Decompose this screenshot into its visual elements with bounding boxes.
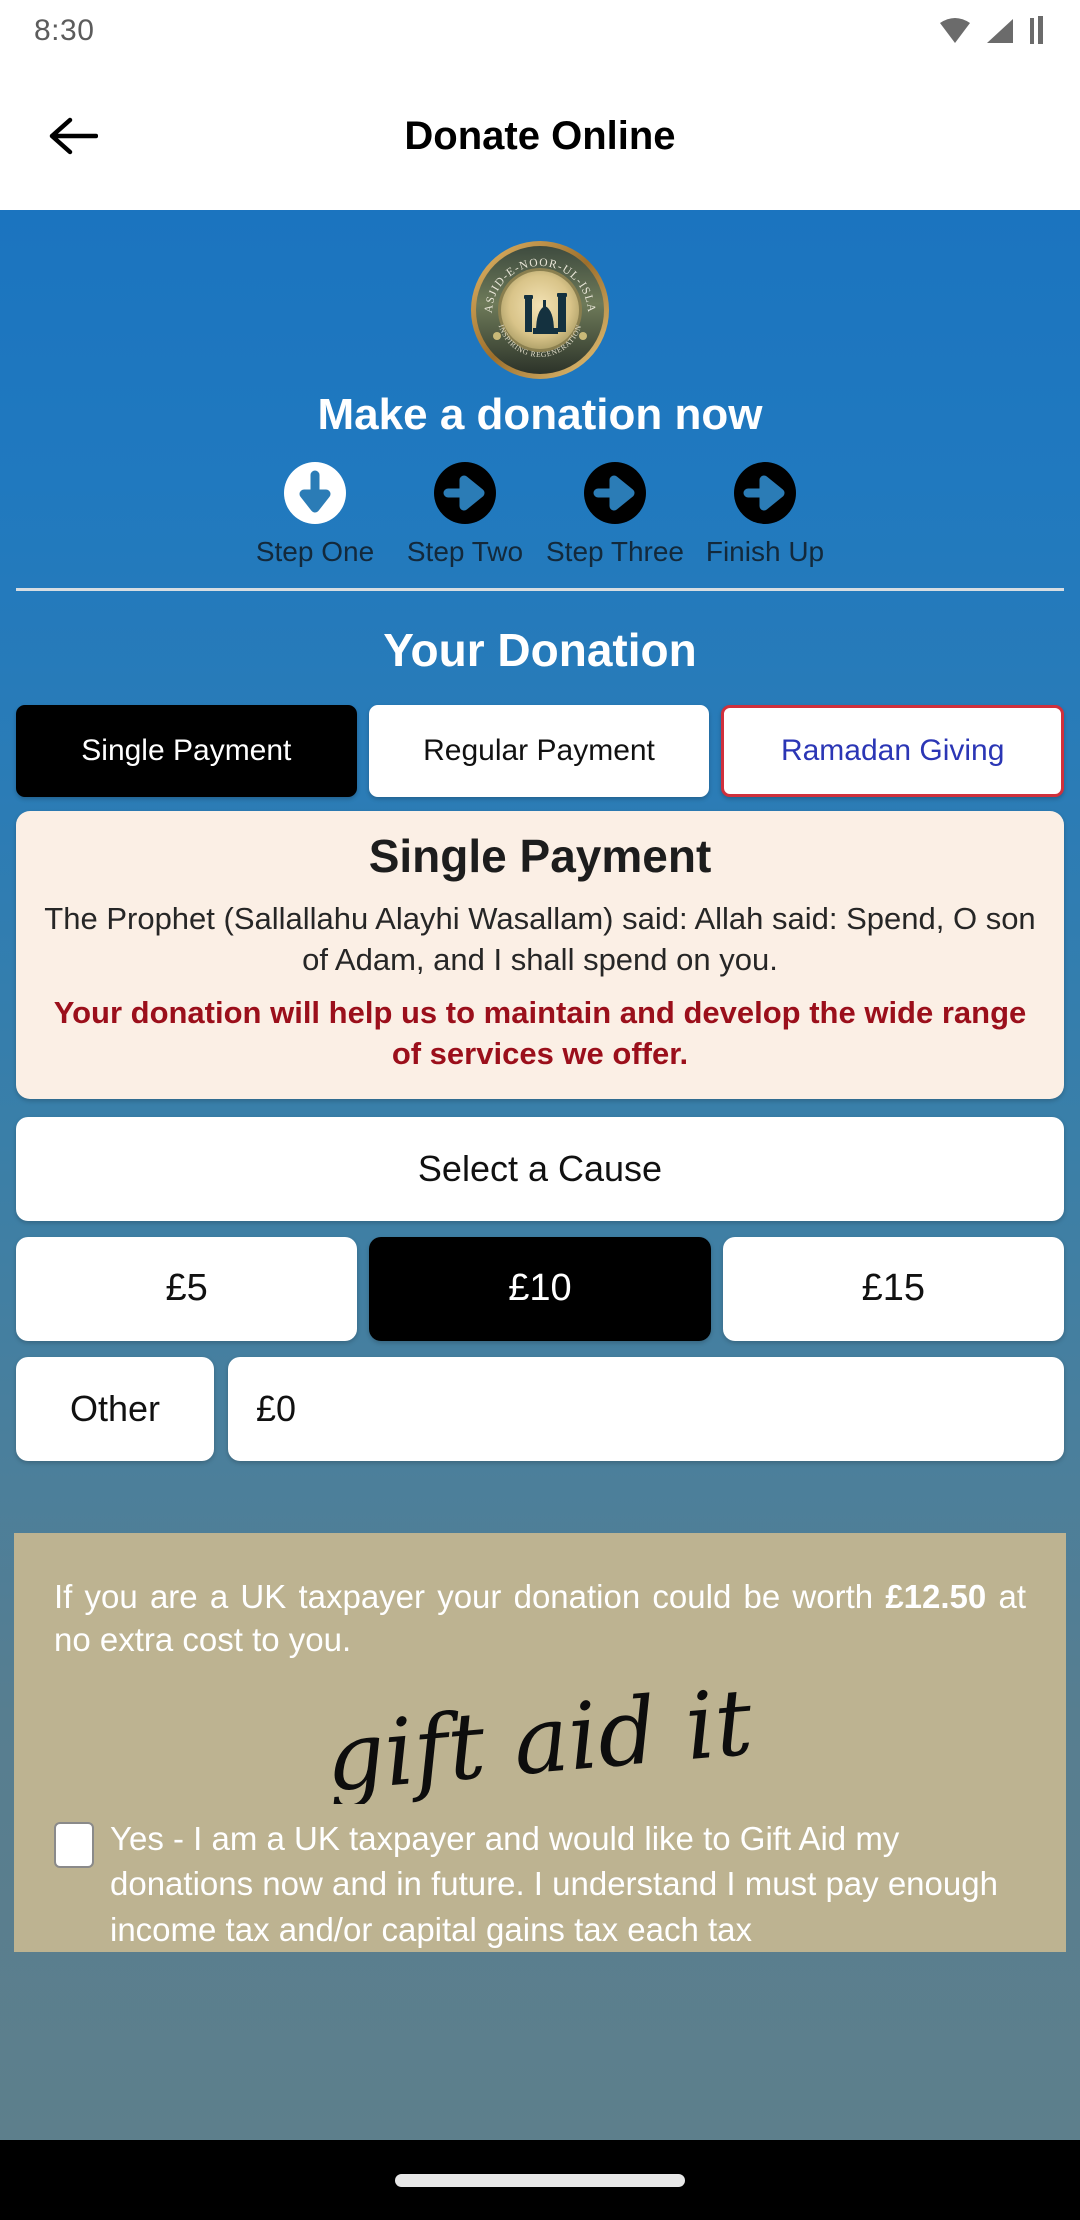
page-title: Donate Online — [404, 113, 676, 158]
status-clock: 8:30 — [34, 14, 95, 47]
home-indicator[interactable] — [395, 2173, 685, 2187]
step-label: Step One — [255, 536, 375, 567]
masjid-logo: MASJID-E-NOOR-UL-ISLAM INSPIRING REGENER… — [464, 231, 610, 380]
step-item-one[interactable]: Step One — [240, 462, 390, 568]
step-item-three[interactable]: Step Three — [540, 462, 690, 568]
card-title: Single Payment — [368, 830, 712, 882]
arrow-right-circle-icon — [434, 462, 496, 524]
gift-aid-text: If you are a UK taxpayer your donation c… — [54, 1575, 1026, 1662]
section-divider — [16, 588, 1064, 591]
other-amount-input[interactable]: £0 — [228, 1356, 1064, 1461]
amount-option-10[interactable]: £10 — [369, 1236, 711, 1341]
arrow-right-circle-icon — [734, 462, 796, 524]
card-quote: The Prophet (Sallallahu Alayhi Wasallam)… — [44, 901, 1036, 977]
step-indicator: Step One Step Two Step Three Finish Up — [240, 462, 840, 568]
back-arrow-icon — [49, 117, 98, 155]
step-item-finish[interactable]: Finish Up — [690, 462, 840, 568]
gift-aid-checkbox[interactable] — [54, 1821, 94, 1868]
app-screen: 8:30 Donate Online ASJID-E-NOOR-UL-ISLA … — [0, 0, 1080, 2220]
section-title: Your Donation — [383, 624, 697, 676]
gift-aid-it-logo-icon: gift aid it — [321, 1684, 757, 1804]
gift-aid-panel: If you are a UK taxpayer your donation c… — [14, 1532, 1066, 1953]
payment-info-card: Single Payment The Prophet (Sallallahu A… — [16, 811, 1064, 1099]
payment-type-tabs: Single Payment Regular Payment Ramadan G… — [16, 705, 1065, 797]
hero-headline: Make a donation now — [317, 390, 763, 439]
battery-icon — [1030, 16, 1043, 44]
scroll-content[interactable]: MASJID-E-NOOR-UL-ISLAM INSPIRING REGENER… — [0, 210, 1080, 2140]
system-nav-bar — [0, 2140, 1080, 2220]
app-bar: Donate Online — [0, 62, 1080, 210]
status-bar: 8:30 — [0, 0, 1080, 62]
gift-aid-amount: £12.50 — [885, 1577, 987, 1615]
gift-aid-logo-text: gift aid it — [321, 1684, 757, 1804]
tab-regular-payment[interactable]: Regular Payment — [368, 705, 710, 797]
tab-ramadan-giving[interactable]: Ramadan Giving — [721, 705, 1065, 797]
step-item-two[interactable]: Step Two — [390, 462, 540, 568]
amount-options: £5 £10 £15 — [16, 1236, 1064, 1341]
step-label: Finish Up — [705, 536, 825, 567]
amount-option-15[interactable]: £15 — [722, 1236, 1064, 1341]
amount-option-5[interactable]: £5 — [16, 1236, 358, 1341]
step-label: Step Three — [545, 536, 685, 567]
signal-icon — [987, 19, 1013, 43]
arrow-down-circle-icon — [284, 462, 346, 524]
gift-aid-text-before: If you are a UK taxpayer your donation c… — [54, 1577, 886, 1615]
other-amount-button[interactable]: Other — [16, 1356, 214, 1461]
status-icons — [938, 15, 1046, 47]
back-button[interactable] — [18, 81, 128, 191]
arrow-right-circle-icon — [584, 462, 646, 524]
other-amount-row: Other £0 — [16, 1356, 1064, 1461]
masjid-logo-icon: MASJID-E-NOOR-UL-ISLAM INSPIRING REGENER… — [464, 231, 609, 379]
tab-single-payment[interactable]: Single Payment — [16, 705, 357, 797]
select-cause-dropdown[interactable]: Select a Cause — [16, 1116, 1064, 1221]
card-note: Your donation will help us to maintain a… — [53, 994, 1027, 1071]
gift-aid-consent-text: Yes - I am a UK taxpayer and would like … — [110, 1819, 998, 1948]
gift-aid-consent-row: Yes - I am a UK taxpayer and would like … — [54, 1816, 1026, 1953]
step-label: Step Two — [406, 536, 524, 567]
wifi-icon — [940, 18, 970, 43]
